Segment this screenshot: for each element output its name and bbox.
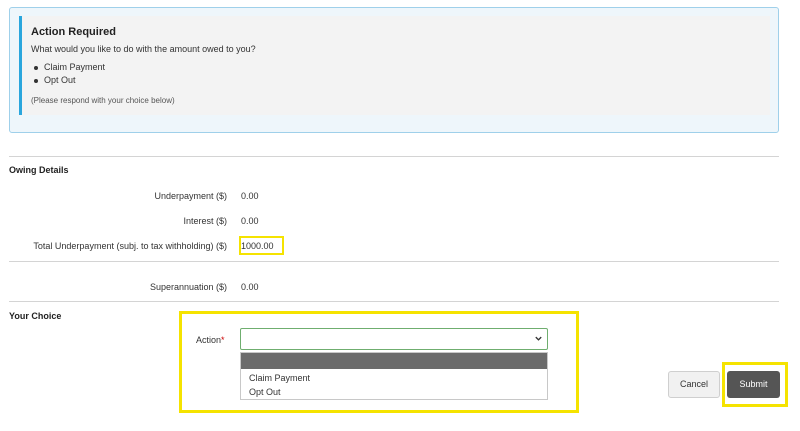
chevron-down-icon xyxy=(535,336,542,341)
panel-note: (Please respond with your choice below) xyxy=(31,96,175,105)
total-underpayment-label: Total Underpayment (subj. to tax withhol… xyxy=(33,241,227,251)
action-label: Action* xyxy=(196,335,225,345)
panel-question: What would you like to do with the amoun… xyxy=(31,44,256,54)
dropdown-option-blank[interactable] xyxy=(241,353,547,369)
panel-options-list: Claim Payment Opt Out xyxy=(31,61,105,87)
divider xyxy=(9,261,779,262)
dropdown-option-opt-out[interactable]: Opt Out xyxy=(249,387,281,397)
total-highlight xyxy=(239,236,284,255)
submit-button[interactable]: Submit xyxy=(727,371,780,398)
superannuation-value: 0.00 xyxy=(241,282,259,292)
required-marker: * xyxy=(221,335,225,345)
dropdown-option-claim-payment[interactable]: Claim Payment xyxy=(249,373,310,383)
superannuation-label: Superannuation ($) xyxy=(149,282,227,292)
owing-details-title: Owing Details xyxy=(9,165,69,175)
list-item: Opt Out xyxy=(31,74,105,87)
divider xyxy=(9,301,779,302)
interest-value: 0.00 xyxy=(241,216,259,226)
list-item: Claim Payment xyxy=(31,61,105,74)
underpayment-label: Underpayment ($) xyxy=(154,191,227,201)
action-select[interactable] xyxy=(240,328,548,350)
cancel-button[interactable]: Cancel xyxy=(668,371,720,398)
action-dropdown-list: Claim Payment Opt Out xyxy=(240,352,548,400)
interest-label: Interest ($) xyxy=(183,216,227,226)
divider xyxy=(9,156,779,157)
your-choice-title: Your Choice xyxy=(9,311,62,321)
panel-title: Action Required xyxy=(31,26,116,38)
underpayment-value: 0.00 xyxy=(241,191,259,201)
action-label-text: Action xyxy=(196,335,222,345)
